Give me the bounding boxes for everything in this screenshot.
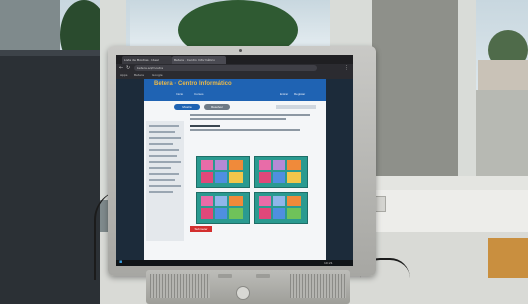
sidebar xyxy=(146,121,184,241)
browser-tab[interactable]: Lista de Mostras · Ideal xyxy=(122,56,172,64)
sidebar-item[interactable] xyxy=(149,143,173,145)
bookmark-apps[interactable]: Apps xyxy=(120,73,127,78)
taskbar-clock: 10:21 xyxy=(324,261,333,265)
sidebar-item[interactable] xyxy=(149,131,175,133)
sidebar-item[interactable] xyxy=(149,191,173,193)
floor-plan[interactable] xyxy=(254,192,308,224)
section-heading xyxy=(190,125,220,127)
sidebar-item[interactable] xyxy=(149,161,181,163)
computer-tower xyxy=(0,50,100,304)
outside-ground xyxy=(476,90,528,190)
webcam-icon xyxy=(239,49,242,52)
nav-link-cursos[interactable]: Cursos xyxy=(194,92,204,96)
window-frame xyxy=(456,0,476,190)
sidebar-item[interactable] xyxy=(149,137,181,139)
floor-plan[interactable] xyxy=(196,192,250,224)
browser-tab-active[interactable]: Betera · Centro Informático xyxy=(172,56,226,64)
monitor-screen: Lista de Mostras · Ideal Betera · Centro… xyxy=(116,55,353,266)
sidebar-item[interactable] xyxy=(149,149,179,151)
tab-mostra[interactable]: Mostra xyxy=(174,104,200,110)
floor-plan[interactable] xyxy=(196,156,250,188)
search-box[interactable] xyxy=(276,105,316,109)
sidebar-item[interactable] xyxy=(149,185,181,187)
submit-button[interactable]: Submeter xyxy=(190,226,212,232)
nav-link-inicio[interactable]: Início xyxy=(176,92,183,96)
window-sill xyxy=(370,176,528,190)
power-button-icon[interactable] xyxy=(236,286,250,300)
sidebar-item[interactable] xyxy=(149,179,175,181)
instruction-text xyxy=(190,129,300,131)
computer-tower-edge xyxy=(0,50,100,56)
menu-dots-icon[interactable]: ⋮ xyxy=(344,64,349,72)
sidebar-item[interactable] xyxy=(149,155,177,157)
concrete-pillar xyxy=(372,0,458,200)
nav-link-entrar[interactable]: Entrar xyxy=(280,92,288,96)
sidebar-item[interactable] xyxy=(149,173,179,175)
address-bar-input[interactable]: betera.ad/mostra xyxy=(134,65,317,71)
floor-plan[interactable] xyxy=(254,156,308,188)
bookmark-betera[interactable]: Betera xyxy=(134,73,144,78)
reload-icon[interactable]: ↻ xyxy=(126,64,130,72)
instruction-text xyxy=(190,114,310,116)
wood-panel xyxy=(488,238,528,278)
start-menu-icon[interactable]: ▪ xyxy=(119,258,122,266)
bookmark-google[interactable]: Google xyxy=(152,73,163,78)
nav-link-registar[interactable]: Registar xyxy=(294,92,305,96)
speaker-grille xyxy=(290,274,346,298)
speaker-grille xyxy=(150,274,210,298)
sidebar-item[interactable] xyxy=(149,167,171,169)
taskbar xyxy=(116,260,353,266)
sidebar-item[interactable] xyxy=(149,125,179,127)
monitor-menu-button[interactable] xyxy=(256,274,270,278)
back-arrow-icon[interactable]: ← xyxy=(119,64,123,72)
instruction-text xyxy=(190,118,286,120)
tab-resolver[interactable]: Resolver xyxy=(204,104,230,110)
site-title: Betera · Centro Informático xyxy=(154,81,232,87)
monitor-menu-button[interactable] xyxy=(218,274,232,278)
